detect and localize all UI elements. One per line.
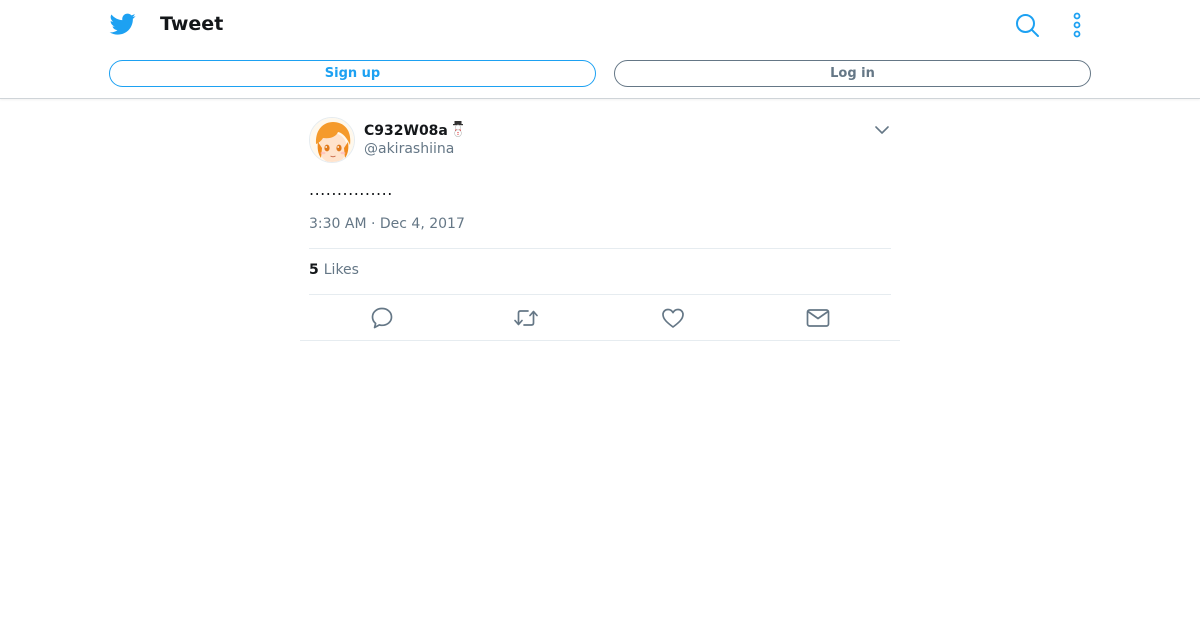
snowman-icon bbox=[451, 121, 465, 137]
search-icon[interactable] bbox=[1013, 11, 1041, 39]
log-in-button[interactable]: Log in bbox=[614, 60, 1091, 87]
user-handle[interactable]: @akirashiina bbox=[364, 140, 454, 158]
tweet-card: C932W08a @akirashiina ............... 3:… bbox=[300, 99, 900, 341]
avatar[interactable] bbox=[309, 117, 355, 163]
sign-up-button[interactable]: Sign up bbox=[109, 60, 596, 87]
display-name[interactable]: C932W08a bbox=[364, 121, 465, 140]
likes-label: Likes bbox=[323, 262, 359, 278]
more-vertical-icon[interactable] bbox=[1066, 11, 1088, 39]
divider bbox=[309, 248, 891, 249]
envelope-icon[interactable] bbox=[805, 305, 831, 331]
twitter-bird-icon[interactable] bbox=[109, 11, 137, 37]
retweet-icon[interactable] bbox=[513, 305, 539, 331]
heart-icon[interactable] bbox=[660, 305, 686, 331]
tweet-timestamp[interactable]: 3:30 AM · Dec 4, 2017 bbox=[309, 215, 465, 233]
chevron-down-icon[interactable] bbox=[873, 121, 891, 139]
top-bar: Tweet Sign up Log in bbox=[0, 0, 1200, 99]
display-name-text: C932W08a bbox=[364, 123, 448, 139]
tweet-text: ............... bbox=[309, 180, 393, 199]
likes-count: 5 bbox=[309, 262, 319, 278]
likes-stat[interactable]: 5 Likes bbox=[309, 261, 359, 279]
page-title: Tweet bbox=[160, 13, 224, 35]
divider bbox=[309, 294, 891, 295]
reply-icon[interactable] bbox=[369, 305, 395, 331]
